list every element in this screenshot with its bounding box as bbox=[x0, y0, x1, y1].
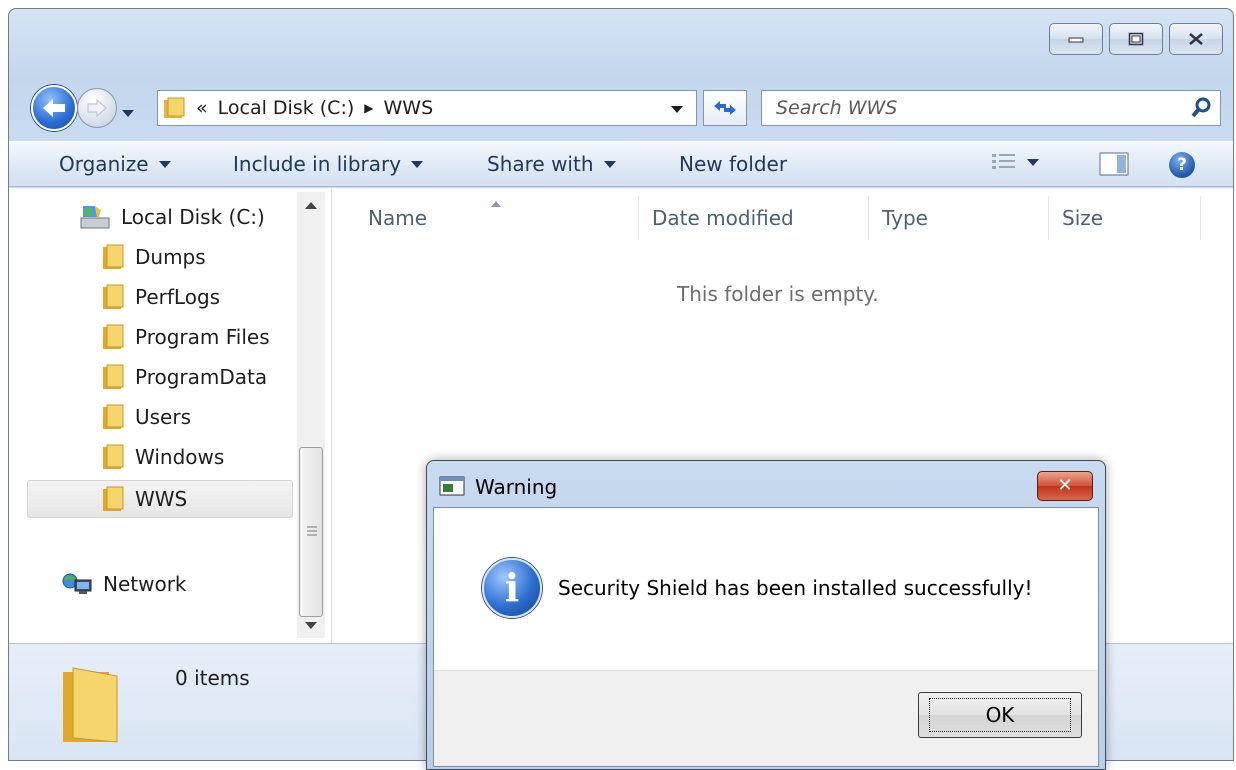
ok-button[interactable]: OK bbox=[918, 692, 1082, 738]
organize-menu[interactable]: Organize bbox=[59, 152, 171, 176]
ok-button-label: OK bbox=[928, 698, 1072, 732]
nav-item-label: Local Disk (C:) bbox=[121, 205, 265, 229]
command-bar: Organize Include in library Share with N… bbox=[9, 141, 1233, 187]
info-icon: i bbox=[482, 558, 542, 618]
folder-icon bbox=[103, 444, 124, 469]
nav-item-program-files[interactable]: Program Files bbox=[101, 324, 270, 350]
grip-icon bbox=[307, 526, 317, 536]
nav-item-users[interactable]: Users bbox=[101, 404, 191, 430]
scroll-up-arrow-icon[interactable] bbox=[305, 202, 317, 209]
address-bar[interactable]: « Local Disk (C:) ▶ WWS bbox=[157, 90, 697, 126]
folder-large-icon bbox=[63, 667, 118, 743]
nav-item-label: ProgramData bbox=[135, 365, 268, 389]
new-folder-label: New folder bbox=[679, 152, 788, 176]
chevron-down-icon bbox=[1027, 158, 1039, 166]
column-header-size[interactable]: Size bbox=[1062, 206, 1103, 230]
breadcrumb-wws[interactable]: WWS bbox=[384, 97, 434, 119]
nav-item-label: Dumps bbox=[135, 245, 206, 269]
dialog-body: i Security Shield has been installed suc… bbox=[433, 507, 1099, 767]
view-list-icon bbox=[992, 154, 1015, 169]
nav-item-wws[interactable]: WWS bbox=[27, 480, 293, 518]
column-divider[interactable] bbox=[1048, 196, 1049, 240]
nav-item-label: Network bbox=[103, 572, 187, 596]
chevron-down-icon bbox=[603, 160, 616, 168]
change-view-menu[interactable] bbox=[991, 152, 1039, 172]
folder-icon bbox=[103, 364, 124, 389]
address-overflow-chevron[interactable]: « bbox=[196, 97, 208, 119]
warning-dialog: Warning ✕ i Security Shield has been ins… bbox=[426, 460, 1106, 770]
preview-pane-button[interactable] bbox=[1099, 152, 1129, 176]
application-icon bbox=[439, 476, 465, 496]
search-icon[interactable] bbox=[1190, 97, 1212, 119]
caption-buttons bbox=[1049, 23, 1223, 55]
empty-folder-message: This folder is empty. bbox=[677, 282, 879, 306]
close-icon bbox=[1189, 33, 1203, 45]
navigation-row: « Local Disk (C:) ▶ WWS bbox=[25, 85, 1225, 131]
help-icon[interactable]: ? bbox=[1169, 152, 1195, 178]
nav-pane-scrollbar[interactable] bbox=[297, 192, 325, 638]
folder-icon bbox=[103, 486, 124, 511]
refresh-button[interactable] bbox=[703, 90, 747, 126]
folder-icon bbox=[103, 324, 124, 349]
folder-icon bbox=[103, 284, 124, 309]
breadcrumb-separator-icon[interactable]: ▶ bbox=[364, 101, 373, 115]
recent-pages-dropdown[interactable] bbox=[121, 99, 135, 123]
share-with-menu[interactable]: Share with bbox=[487, 152, 616, 176]
nav-item-label: PerfLogs bbox=[135, 285, 221, 309]
nav-item-windows[interactable]: Windows bbox=[101, 444, 224, 470]
sort-ascending-icon bbox=[491, 201, 501, 207]
back-button[interactable] bbox=[31, 85, 77, 131]
refresh-icon bbox=[714, 101, 736, 115]
network-icon bbox=[62, 573, 92, 594]
nav-item-perflogs[interactable]: PerfLogs bbox=[101, 284, 220, 310]
scroll-thumb[interactable] bbox=[299, 447, 323, 617]
minimize-icon bbox=[1068, 37, 1084, 43]
forward-button[interactable] bbox=[77, 88, 117, 128]
include-in-library-menu[interactable]: Include in library bbox=[233, 152, 424, 176]
chevron-down-icon bbox=[411, 160, 424, 168]
scroll-down-arrow-icon[interactable] bbox=[305, 622, 317, 629]
nav-item-programdata[interactable]: ProgramData bbox=[101, 364, 267, 390]
maximize-button[interactable] bbox=[1109, 23, 1163, 55]
nav-item-dumps[interactable]: Dumps bbox=[101, 244, 206, 270]
nav-item-network[interactable]: Network bbox=[61, 572, 187, 596]
folder-icon bbox=[103, 404, 124, 429]
include-in-library-label: Include in library bbox=[233, 152, 402, 176]
search-input[interactable] bbox=[774, 93, 1174, 123]
dialog-message: Security Shield has been installed succe… bbox=[558, 576, 1033, 600]
nav-item-label: WWS bbox=[135, 487, 188, 511]
drive-icon bbox=[80, 206, 110, 229]
column-header-name[interactable]: Name bbox=[368, 206, 427, 230]
forward-arrow-icon bbox=[87, 98, 107, 118]
dialog-title: Warning bbox=[475, 475, 558, 499]
search-box bbox=[761, 90, 1221, 126]
navigation-pane: Local Disk (C:) Dumps PerfLogs Program F… bbox=[9, 188, 299, 643]
breadcrumb-local-disk[interactable]: Local Disk (C:) bbox=[218, 97, 355, 119]
organize-label: Organize bbox=[59, 152, 149, 176]
back-arrow-icon bbox=[43, 99, 65, 117]
dialog-close-button[interactable]: ✕ bbox=[1037, 471, 1093, 501]
item-count: 0 items bbox=[175, 666, 250, 690]
minimize-button[interactable] bbox=[1049, 23, 1103, 55]
new-folder-button[interactable]: New folder bbox=[679, 152, 787, 176]
address-history-dropdown-icon[interactable] bbox=[670, 104, 684, 114]
nav-item-local-disk[interactable]: Local Disk (C:) bbox=[79, 204, 265, 230]
share-with-label: Share with bbox=[487, 152, 594, 176]
folder-icon bbox=[164, 97, 185, 118]
nav-item-label: Users bbox=[135, 405, 192, 429]
maximize-icon bbox=[1128, 32, 1144, 46]
nav-item-label: Windows bbox=[135, 445, 225, 469]
column-header-date-modified[interactable]: Date modified bbox=[652, 206, 794, 230]
column-divider[interactable] bbox=[638, 196, 639, 240]
column-divider[interactable] bbox=[868, 196, 869, 240]
column-header-type[interactable]: Type bbox=[882, 206, 928, 230]
folder-icon bbox=[103, 244, 124, 269]
nav-item-label: Program Files bbox=[135, 325, 270, 349]
column-divider[interactable] bbox=[1200, 196, 1201, 240]
close-button[interactable] bbox=[1169, 23, 1223, 55]
chevron-down-icon bbox=[122, 110, 134, 117]
preview-pane-icon bbox=[1099, 152, 1129, 176]
chevron-down-icon bbox=[158, 160, 171, 168]
